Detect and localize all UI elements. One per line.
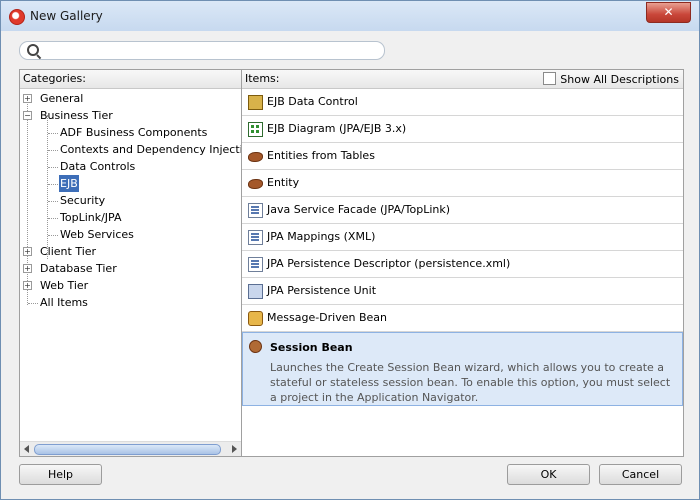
tree-item-label: ADF Business Components — [60, 126, 208, 139]
app-logo-icon — [9, 9, 25, 25]
tree-branch-line — [48, 167, 58, 168]
items-header-label: Items: — [245, 72, 280, 85]
gallery-item-label: EJB Diagram (JPA/EJB 3.x) — [267, 122, 407, 135]
expand-icon[interactable]: + — [23, 281, 32, 290]
gallery-item-session-bean-selected[interactable]: Session Bean Launches the Create Session… — [242, 332, 683, 406]
gallery-item-label: Message-Driven Bean — [267, 311, 388, 324]
cancel-button[interactable]: Cancel — [599, 464, 682, 485]
items-panel: Items: Show All Descriptions EJB Data Co… — [241, 69, 684, 457]
expand-icon[interactable]: + — [23, 247, 32, 256]
tree-branch-line — [48, 184, 58, 185]
gallery-item-label: Entities from Tables — [267, 149, 375, 162]
scroll-right-icon[interactable] — [232, 445, 237, 453]
tree-item-label: Contexts and Dependency Injection — [60, 143, 257, 156]
gallery-item-label: JPA Persistence Descriptor (persistence.… — [267, 257, 511, 270]
gallery-item-jpa-persistence-descriptor[interactable]: JPA Persistence Descriptor (persistence.… — [242, 251, 683, 278]
session-bean-icon — [249, 340, 262, 353]
search-input[interactable] — [19, 41, 385, 60]
search-icon — [27, 44, 39, 56]
tree-item-label: All Items — [40, 296, 88, 309]
persistence-unit-icon — [248, 284, 263, 299]
scroll-left-icon[interactable] — [24, 445, 29, 453]
gallery-item-label: Entity — [267, 176, 300, 189]
items-header: Items: Show All Descriptions — [242, 70, 683, 89]
gallery-item-ejb-data-control[interactable]: EJB Data Control — [242, 89, 683, 116]
tree-item-label: Data Controls — [60, 160, 136, 173]
checkbox-box[interactable] — [543, 72, 557, 85]
tree-item-label: TopLink/JPA — [60, 211, 122, 224]
show-all-descriptions-label: Show All Descriptions — [560, 73, 679, 86]
dialog-body: Categories: + General − Business Tier AD… — [9, 31, 691, 493]
bean-icon — [248, 152, 263, 162]
gallery-item-title: Session Bean — [270, 341, 353, 354]
gallery-item-entity[interactable]: Entity — [242, 170, 683, 197]
show-all-descriptions-checkbox[interactable]: Show All Descriptions — [543, 72, 679, 86]
tree-branch-line — [48, 133, 58, 134]
new-gallery-dialog: New Gallery ✕ Categories: + General − Bu… — [0, 0, 700, 500]
expand-icon[interactable]: + — [23, 94, 32, 103]
collapse-icon[interactable]: − — [23, 111, 32, 120]
tree-guide-line — [27, 97, 28, 305]
gallery-item-jpa-persistence-unit[interactable]: JPA Persistence Unit — [242, 278, 683, 305]
gallery-item-java-service-facade[interactable]: Java Service Facade (JPA/TopLink) — [242, 197, 683, 224]
scroll-thumb[interactable] — [34, 444, 221, 455]
help-button[interactable]: Help — [19, 464, 102, 485]
tree-item-label: Client Tier — [40, 245, 97, 258]
ok-button[interactable]: OK — [507, 464, 590, 485]
tree-guide-line — [47, 115, 48, 259]
gallery-item-jpa-mappings[interactable]: JPA Mappings (XML) — [242, 224, 683, 251]
title-bar: New Gallery ✕ — [1, 1, 699, 31]
descriptor-icon — [248, 257, 263, 272]
diagram-icon — [248, 122, 263, 137]
gallery-item-label: Java Service Facade (JPA/TopLink) — [267, 203, 451, 216]
close-button[interactable]: ✕ — [646, 2, 691, 23]
tree-branch-line — [28, 303, 38, 304]
data-control-icon — [248, 95, 263, 110]
xml-mapping-icon — [248, 230, 263, 245]
gallery-item-label: JPA Mappings (XML) — [267, 230, 376, 243]
gallery-item-entities-from-tables[interactable]: Entities from Tables — [242, 143, 683, 170]
categories-panel: Categories: + General − Business Tier AD… — [19, 69, 256, 457]
tree-item-label: EJB — [59, 175, 79, 192]
tree-branch-line — [48, 218, 58, 219]
gallery-item-description: Launches the Create Session Bean wizard,… — [270, 361, 671, 404]
categories-header: Categories: — [20, 70, 241, 89]
categories-horizontal-scrollbar[interactable] — [20, 441, 241, 456]
tree-item-label: Security — [60, 194, 106, 207]
tree-item-label: General — [40, 92, 84, 105]
tree-branch-line — [48, 235, 58, 236]
tree-item-label: Web Services — [60, 228, 134, 241]
gallery-item-ejb-diagram[interactable]: EJB Diagram (JPA/EJB 3.x) — [242, 116, 683, 143]
expand-icon[interactable]: + — [23, 264, 32, 273]
message-bean-icon — [248, 311, 263, 326]
window-title: New Gallery — [30, 9, 103, 23]
tree-item-label: Web Tier — [40, 279, 89, 292]
bean-icon — [248, 179, 263, 189]
gallery-item-label: JPA Persistence Unit — [267, 284, 377, 297]
tree-item-label: Database Tier — [40, 262, 117, 275]
gallery-item-label: EJB Data Control — [267, 95, 358, 108]
tree-item-label: Business Tier — [40, 109, 113, 122]
gallery-item-message-driven-bean[interactable]: Message-Driven Bean — [242, 305, 683, 332]
service-facade-icon — [248, 203, 263, 218]
tree-branch-line — [48, 150, 58, 151]
tree-branch-line — [48, 201, 58, 202]
